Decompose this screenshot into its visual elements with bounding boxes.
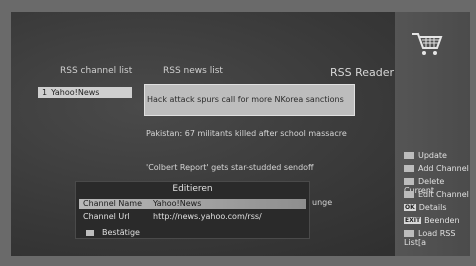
square-icon (404, 230, 414, 237)
news-item[interactable]: 'Colbert Report' gets star-studded sendo… (146, 163, 314, 172)
channel-url-field[interactable]: Channel Url http://news.yahoo.com/rss/ (79, 212, 306, 222)
frame-top (0, 0, 476, 12)
exit-key-icon: EXIT (404, 217, 422, 224)
square-icon (404, 178, 414, 185)
tv-screen: RSS Reader RSS channel list RSS news lis… (0, 0, 476, 266)
channel-item[interactable]: 1 Yahoo!News (38, 87, 132, 98)
channel-index: 1 (42, 88, 48, 97)
frame-left (0, 0, 11, 266)
news-item-fragment: unge (312, 198, 333, 207)
menu-label: Add Channel (418, 164, 469, 173)
menu-add-channel[interactable]: Add Channel (404, 164, 469, 173)
news-item-selected[interactable]: Hack attack spurs call for more NKorea s… (144, 84, 355, 116)
app-title: RSS Reader (330, 66, 395, 79)
field-value: http://news.yahoo.com/rss/ (153, 212, 262, 221)
channel-list-header: RSS channel list (60, 66, 133, 76)
edit-dialog: Editieren Channel Name Yahoo!News Channe… (75, 181, 310, 239)
confirm-button[interactable]: Bestätige (86, 228, 140, 237)
news-item[interactable]: Pakistan: 67 militants killed after scho… (146, 129, 347, 138)
menu-exit[interactable]: EXIT Beenden (404, 216, 460, 225)
menu-label: Details (418, 203, 447, 212)
field-label: Channel Name (83, 199, 142, 208)
news-list-header: RSS news list (163, 66, 223, 76)
ok-key-icon: OK (404, 204, 416, 211)
frame-right (470, 0, 476, 266)
menu-details[interactable]: OK Details (404, 203, 446, 212)
channel-name: Yahoo!News (51, 88, 100, 97)
field-label: Channel Url (83, 212, 130, 221)
square-icon (404, 191, 414, 198)
confirm-label: Bestätige (102, 228, 140, 237)
field-value: Yahoo!News (153, 199, 202, 208)
square-icon (404, 165, 414, 172)
menu-label: Update (418, 151, 447, 160)
square-icon (404, 152, 414, 159)
frame-bottom (0, 256, 476, 266)
menu-load-rss-list[interactable]: Load RSS List[a (404, 229, 476, 247)
square-icon (86, 229, 94, 236)
menu-update[interactable]: Update (404, 151, 447, 160)
menu-label: Edit Channel (418, 190, 469, 199)
menu-label: Beenden (424, 216, 460, 225)
menu-edit-channel[interactable]: Edit Channel (404, 190, 469, 199)
shopping-cart-icon (412, 33, 443, 55)
channel-name-field[interactable]: Channel Name Yahoo!News (79, 199, 306, 209)
dialog-title: Editieren (172, 184, 213, 194)
